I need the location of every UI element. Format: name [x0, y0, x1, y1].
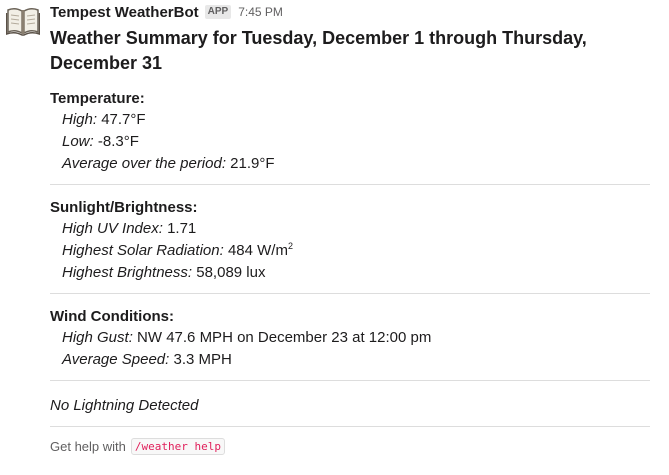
brightness-row: Highest Brightness: 58,089 lux [50, 262, 660, 284]
high-gust-value: NW 47.6 MPH on December 23 at 12:00 pm [137, 329, 432, 346]
bot-message: Tempest WeatherBot APP 7:45 PM Weather S… [0, 0, 669, 475]
temperature-low-label: Low: [62, 133, 94, 150]
summary-title: Weather Summary for Tuesday, December 1 … [50, 28, 587, 73]
lightning-status: No Lightning Detected [50, 397, 199, 414]
message-content: Tempest WeatherBot APP 7:45 PM Weather S… [50, 0, 660, 455]
temperature-average-row: Average over the period: 21.9°F [50, 153, 660, 175]
wind-heading: Wind Conditions: [50, 308, 174, 325]
help-line: Get help with /weather help [50, 427, 660, 455]
wind-section: Wind Conditions: High Gust: NW 47.6 MPH … [50, 294, 660, 381]
temperature-low-value: -8.3°F [97, 133, 139, 150]
app-badge: APP [204, 5, 232, 19]
temperature-high-value: 47.7°F [101, 111, 146, 128]
temperature-average-value: 21.9°F [230, 155, 275, 172]
solar-radiation-value: 484 W/m [227, 242, 288, 259]
solar-radiation-label: Highest Solar Radiation: [62, 242, 224, 259]
brightness-label: Highest Brightness: [62, 264, 193, 281]
solar-radiation-exponent: 2 [287, 241, 293, 251]
sunlight-section: Sunlight/Brightness: High UV Index: 1.71… [50, 185, 660, 294]
solar-radiation-row: Highest Solar Radiation: 484 W/m2 [50, 240, 660, 262]
temperature-section: Temperature: High: 47.7°F Low: -8.3°F Av… [50, 76, 660, 185]
timestamp[interactable]: 7:45 PM [238, 5, 283, 19]
sender-name[interactable]: Tempest WeatherBot [50, 4, 199, 21]
average-speed-row: Average Speed: 3.3 MPH [50, 349, 660, 371]
temperature-average-label: Average over the period: [62, 155, 226, 172]
average-speed-label: Average Speed: [62, 351, 170, 368]
uv-index-label: High UV Index: [62, 220, 163, 237]
temperature-high-row: High: 47.7°F [50, 109, 660, 131]
high-gust-label: High Gust: [62, 329, 133, 346]
open-book-icon[interactable] [5, 6, 41, 36]
high-gust-row: High Gust: NW 47.6 MPH on December 23 at… [50, 327, 660, 349]
uv-index-value: 1.71 [167, 220, 197, 237]
help-command-code[interactable]: /weather help [130, 438, 225, 455]
help-prefix: Get help with [50, 439, 126, 454]
message-header: Tempest WeatherBot APP 7:45 PM [50, 0, 660, 24]
uv-index-row: High UV Index: 1.71 [50, 218, 660, 240]
temperature-heading: Temperature: [50, 90, 145, 107]
average-speed-value: 3.3 MPH [173, 351, 232, 368]
temperature-low-row: Low: -8.3°F [50, 131, 660, 153]
temperature-high-label: High: [62, 111, 98, 128]
brightness-value: 58,089 lux [196, 264, 266, 281]
sunlight-heading: Sunlight/Brightness: [50, 199, 198, 216]
